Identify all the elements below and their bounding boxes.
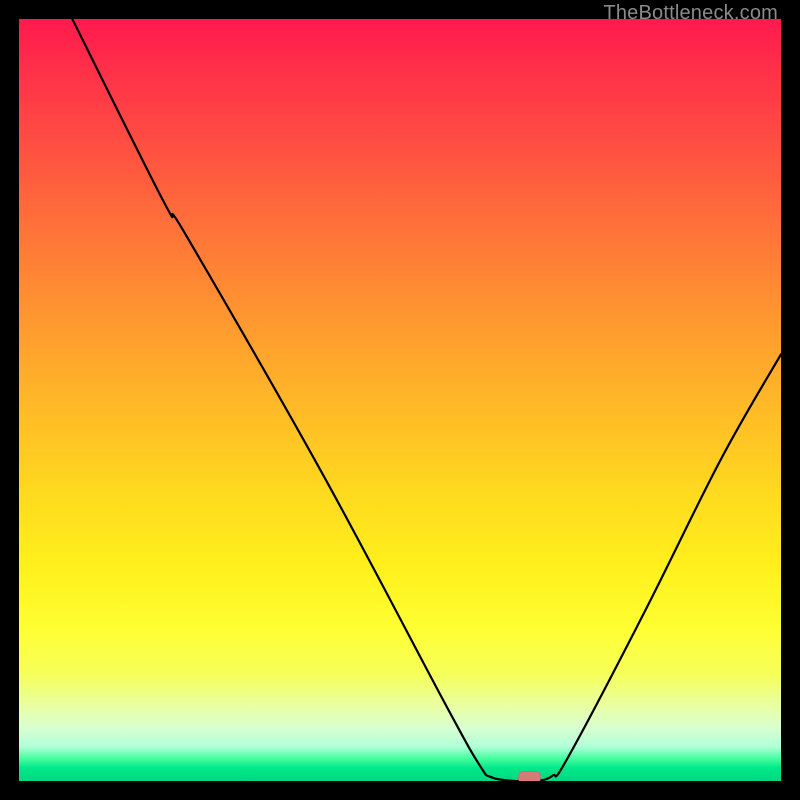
- bottleneck-curve: [72, 19, 781, 781]
- plot-area: [19, 19, 781, 781]
- chart-stage: TheBottleneck.com: [0, 0, 800, 800]
- chart-overlay: [19, 19, 781, 781]
- watermark-text: TheBottleneck.com: [603, 2, 778, 25]
- optimal-point-marker: [519, 772, 541, 781]
